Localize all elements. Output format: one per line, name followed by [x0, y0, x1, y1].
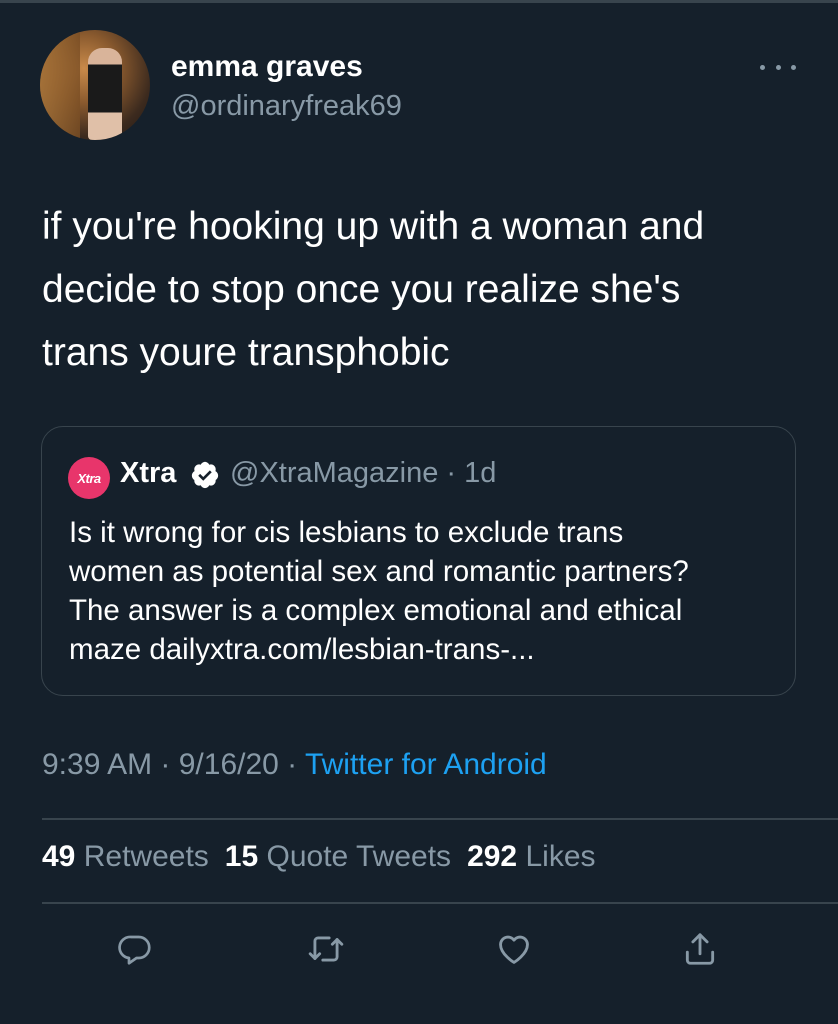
reply-button[interactable]	[113, 927, 157, 971]
stats-top-divider	[42, 818, 838, 820]
quote-tweets-label: Quote Tweets	[266, 840, 452, 873]
tweet-metadata: 9:39 AM · 9/16/20 · Twitter for Android	[42, 748, 547, 782]
share-button[interactable]	[678, 927, 722, 971]
engagement-stats: 49 Retweets 15 Quote Tweets 292 Likes	[42, 840, 596, 874]
likes-label: Likes	[525, 840, 596, 873]
tweet-text: if you're hooking up with a woman and de…	[42, 205, 705, 374]
like-button[interactable]	[492, 927, 536, 971]
verified-badge-icon	[191, 461, 219, 489]
more-dot	[791, 64, 796, 70]
author-avatar[interactable]	[40, 30, 150, 140]
likes-count: 292	[467, 840, 518, 873]
quote-tweets-count: 15	[224, 840, 259, 873]
share-icon	[685, 933, 715, 965]
likes-stat[interactable]: 292 Likes	[467, 840, 595, 873]
quoted-author-avatar: Xtra	[68, 457, 110, 499]
top-divider	[0, 0, 838, 3]
more-options-icon[interactable]	[760, 55, 796, 79]
quoted-handle-time: @XtraMagazine · 1d	[230, 457, 497, 489]
more-dot	[775, 64, 781, 70]
retweet-icon	[308, 936, 344, 962]
retweets-stat[interactable]: 49 Retweets	[42, 840, 209, 873]
tweet-time: 9:39 AM	[42, 748, 153, 781]
retweets-label: Retweets	[83, 840, 209, 873]
stats-bottom-divider	[42, 902, 838, 904]
reply-icon	[118, 935, 151, 965]
quoted-tweet-card[interactable]: Xtra Xtra @XtraMagazine · 1d Is it wrong…	[41, 426, 796, 696]
meta-separator: ·	[152, 748, 179, 781]
more-dot	[760, 64, 765, 70]
retweets-count: 49	[42, 840, 76, 873]
tweet-source-link[interactable]: Twitter for Android	[305, 748, 547, 781]
tweet-date: 9/16/20	[178, 748, 279, 781]
author-display-name[interactable]: emma graves	[171, 50, 363, 84]
quoted-tweet-text: Is it wrong for cis lesbians to exclude …	[69, 516, 689, 666]
meta-separator: ·	[278, 748, 305, 781]
avatar-figure	[88, 48, 122, 140]
retweet-button[interactable]	[304, 927, 348, 971]
quoted-author-name: Xtra	[120, 457, 177, 489]
heart-icon	[499, 935, 529, 964]
author-handle[interactable]: @ordinaryfreak69	[171, 90, 402, 123]
quote-tweets-stat[interactable]: 15 Quote Tweets	[225, 840, 451, 873]
avatar-background	[40, 30, 80, 140]
